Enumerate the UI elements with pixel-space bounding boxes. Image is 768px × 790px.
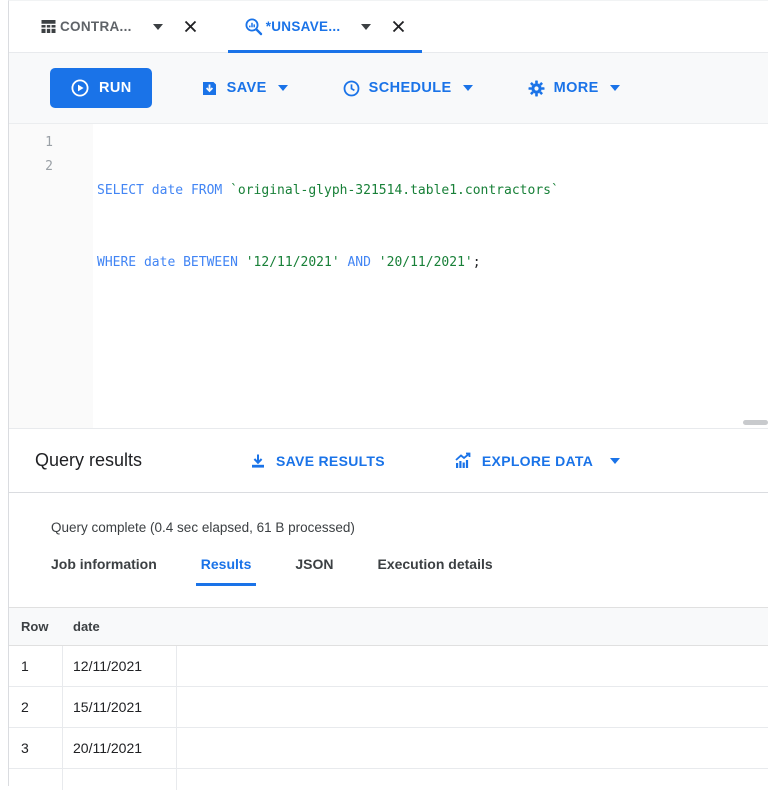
chevron-down-icon: [463, 85, 473, 91]
clock-icon: [342, 79, 361, 98]
schedule-label: SCHEDULE: [369, 80, 452, 96]
table-row-partial: [9, 769, 768, 790]
run-button[interactable]: RUN: [50, 68, 152, 108]
sql-keyword: BETWEEN: [183, 255, 238, 270]
sql-keyword: SELECT: [97, 183, 144, 198]
save-results-button[interactable]: SAVE RESULTS: [243, 451, 391, 471]
query-results-header: Query results SAVE RESULTS: [9, 429, 768, 493]
schedule-button[interactable]: SCHEDULE: [336, 78, 479, 99]
close-icon[interactable]: [391, 19, 406, 34]
tab-label: CONTRA...: [60, 19, 132, 34]
play-circle-icon: [70, 78, 90, 98]
table-grid-icon: [39, 17, 58, 36]
save-button[interactable]: SAVE: [194, 78, 294, 99]
table-row[interactable]: 3 20/11/2021: [9, 728, 768, 769]
sql-string: '12/11/2021': [246, 255, 340, 270]
code-line: SELECT date FROM `original-glyph-321514.…: [97, 179, 768, 203]
code-area[interactable]: SELECT date FROM `original-glyph-321514.…: [93, 124, 768, 428]
line-number: 1: [9, 131, 53, 155]
row-number-cell: 2: [9, 687, 63, 727]
table-row[interactable]: 2 15/11/2021: [9, 687, 768, 728]
tab-unsaved-query[interactable]: *UNSAVE...: [228, 1, 423, 52]
chevron-down-icon[interactable]: [150, 24, 163, 30]
gear-icon: [527, 79, 546, 98]
tab-job-information[interactable]: Job information: [51, 556, 157, 586]
horizontal-scrollbar-thumb[interactable]: [743, 420, 768, 425]
run-label: RUN: [99, 80, 132, 96]
more-label: MORE: [554, 80, 599, 96]
more-button[interactable]: MORE: [521, 78, 626, 99]
date-cell: 20/11/2021: [63, 728, 177, 768]
chevron-down-icon: [278, 85, 288, 91]
sql-editor[interactable]: 1 2 SELECT date FROM `original-glyph-321…: [9, 124, 768, 429]
sql-keyword: date: [144, 255, 175, 270]
results-tab-bar: Job information Results JSON Execution d…: [51, 556, 768, 586]
date-cell: 15/11/2021: [63, 687, 177, 727]
save-label: SAVE: [227, 80, 267, 96]
download-icon: [249, 452, 267, 470]
row-number-cell: 3: [9, 728, 63, 768]
column-header-date: date: [63, 619, 177, 634]
table-row[interactable]: 1 12/11/2021: [9, 646, 768, 687]
chevron-down-icon[interactable]: [358, 24, 371, 30]
query-status-text: Query complete (0.4 sec elapsed, 61 B pr…: [51, 520, 768, 535]
query-search-icon: [244, 17, 264, 37]
row-number-cell: 1: [9, 646, 63, 686]
line-number: 2: [9, 155, 53, 179]
query-results-title: Query results: [35, 450, 142, 471]
results-table-header: Row date: [9, 607, 768, 646]
save-results-label: SAVE RESULTS: [276, 453, 385, 469]
sql-keyword: WHERE: [97, 255, 136, 270]
code-line: WHERE date BETWEEN '12/11/2021' AND '20/…: [97, 251, 768, 275]
explore-data-label: EXPLORE DATA: [482, 453, 593, 469]
tab-json[interactable]: JSON: [295, 556, 333, 586]
sql-keyword: AND: [347, 255, 370, 270]
bigquery-editor-panel: CONTRA... *UNSAVE...: [8, 0, 768, 786]
chevron-down-icon: [610, 458, 620, 464]
save-icon: [200, 79, 219, 98]
editor-tab-strip: CONTRA... *UNSAVE...: [9, 1, 768, 53]
line-number-gutter: 1 2: [9, 124, 93, 428]
tab-execution-details[interactable]: Execution details: [377, 556, 492, 586]
column-header-row: Row: [9, 619, 63, 634]
tab-results[interactable]: Results: [196, 556, 257, 586]
chevron-down-icon: [610, 85, 620, 91]
query-results-body: Query complete (0.4 sec elapsed, 61 B pr…: [9, 520, 768, 790]
sql-string: '20/11/2021': [379, 255, 473, 270]
date-cell: 12/11/2021: [63, 646, 177, 686]
sql-table-identifier: `original-glyph-321514.table1.contractor…: [230, 183, 559, 198]
explore-data-button[interactable]: EXPLORE DATA: [447, 450, 626, 472]
chart-explore-icon: [453, 451, 473, 471]
sql-keyword: FROM: [191, 183, 222, 198]
tab-contractors-table[interactable]: CONTRA...: [23, 1, 214, 52]
close-icon[interactable]: [183, 19, 198, 34]
query-toolbar: RUN SAVE SCHEDULE: [9, 53, 768, 124]
tab-label: *UNSAVE...: [266, 19, 341, 34]
sql-keyword: date: [152, 183, 183, 198]
